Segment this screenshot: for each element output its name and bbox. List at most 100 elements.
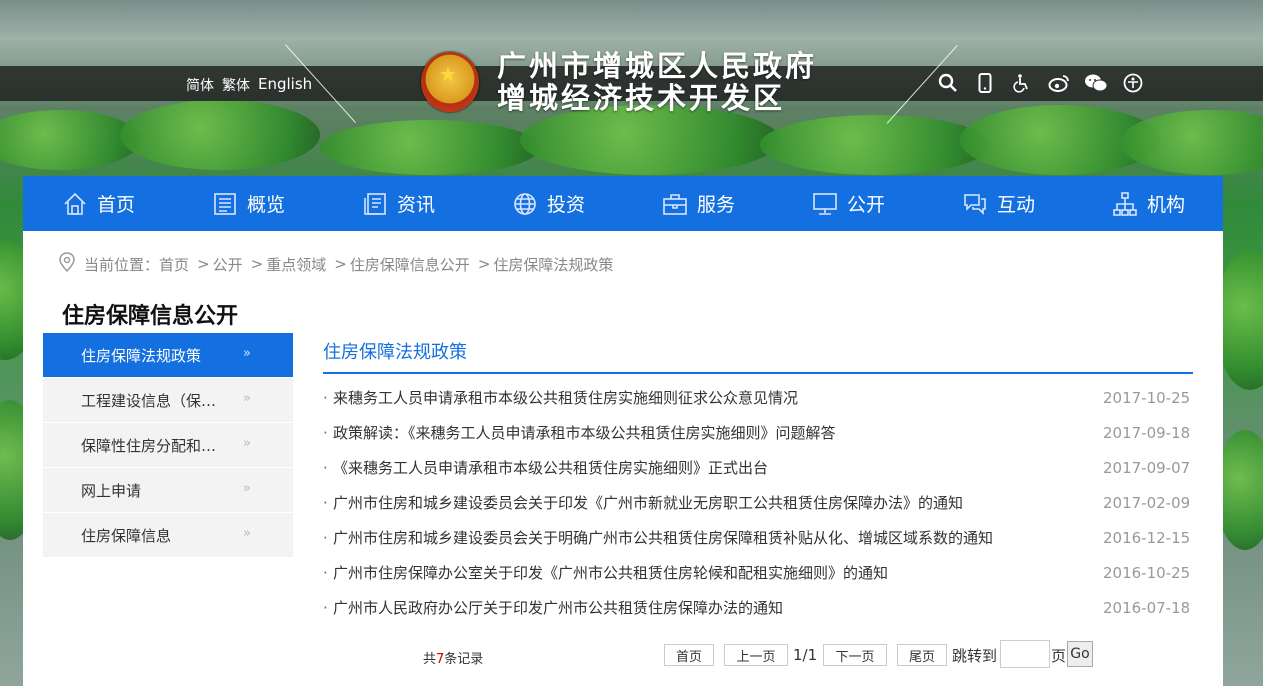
article-date: 2017-10-25 [1103,388,1191,407]
jump-page-input[interactable] [1000,640,1050,668]
article-date: 2017-09-18 [1103,423,1191,442]
sidebar-item-housing-info[interactable]: 住房保障信息 » [43,513,293,558]
nav-item-organization[interactable]: 机构 [1073,176,1223,231]
last-page-button[interactable]: 尾页 [897,644,947,666]
nav-item-investment[interactable]: 投资 [473,176,623,231]
nav-item-service[interactable]: 服务 [623,176,773,231]
double-chevron-right-icon: » [243,391,251,406]
article-row[interactable]: · 政策解读：《来穗务工人员申请承租市本级公共租赁住房实施细则》问题解答 201… [323,415,1193,450]
double-chevron-right-icon: » [243,481,251,496]
total-records: 共7条记录 [423,648,483,667]
home-icon [61,190,89,218]
monitor-icon [811,190,839,218]
bullet-icon: · [323,528,328,547]
site-title-line2: 增城经济技术开发区 [497,81,786,115]
nav-item-home[interactable]: 首页 [23,176,173,231]
first-page-button[interactable]: 首页 [664,644,714,666]
section-divider [323,372,1193,374]
article-title[interactable]: 广州市人民政府办公厅关于印发广州市公共租赁住房保障办法的通知 [333,597,1033,618]
sidebar-item-allocation-info[interactable]: 保障性住房分配和退出信息 » [43,423,293,468]
lang-english-link[interactable]: English [258,75,312,95]
accessibility-icon[interactable] [1010,71,1034,95]
lotus-leaf [320,120,540,175]
nav-item-label: 互动 [996,194,1035,216]
sidebar-item-construction-info[interactable]: 工程建设信息（保障性住房） » [43,378,293,423]
sidebar-title: 住房保障信息公开 [62,304,239,329]
article-row[interactable]: · 广州市住房和城乡建设委员会关于印发《广州市新就业无房职工公共租赁住房保障办法… [323,485,1193,520]
nav-item-label: 首页 [96,194,135,216]
lang-traditional-link[interactable]: 繁体 [222,75,250,95]
nav-item-label: 资讯 [396,194,435,216]
bullet-icon: · [323,598,328,617]
article-date: 2016-12-15 [1103,528,1191,547]
nav-item-label: 公开 [846,194,885,216]
article-row[interactable]: · 广州市住房保障办公室关于印发《广州市公共租赁住房轮候和配租实施细则》的通知 … [323,555,1193,590]
sidebar-item-label: 保障性住房分配和退出信息 [81,436,231,455]
nav-item-interaction[interactable]: 互动 [923,176,1073,231]
national-emblem-logo: ★ [421,52,479,112]
lotus-leaf [0,110,140,170]
nav-item-news[interactable]: 资讯 [323,176,473,231]
double-chevron-right-icon: » [243,436,251,451]
site-title-line1: 广州市增城区人民政府 [497,49,818,83]
nav-item-label: 概览 [246,194,285,216]
breadcrumb-current[interactable]: 住房保障法规政策 [493,254,613,275]
wechat-icon[interactable] [1084,71,1108,95]
breadcrumb-housing-info[interactable]: 住房保障信息公开 [350,254,470,275]
weibo-icon[interactable] [1047,71,1071,95]
site-title: 广州市增城区人民政府 增城经济技术开发区 [497,50,817,114]
breadcrumb-separator: > [197,255,210,273]
sidebar-item-label: 工程建设信息（保障性住房） [81,391,231,410]
mobile-icon[interactable] [973,71,997,95]
article-title[interactable]: 政策解读：《来穗务工人员申请承租市本级公共租赁住房实施细则》问题解答 [333,422,1033,443]
go-button[interactable]: Go [1067,641,1093,667]
sidebar-item-housing-policy[interactable]: 住房保障法规政策 » [43,333,293,378]
breadcrumb-key-areas[interactable]: 重点领域 [266,254,326,275]
breadcrumb-home[interactable]: 首页 [159,254,189,275]
main-nav: 首页 概览 资讯 投资 服务 公开 互动 机构 [23,176,1223,231]
sidebar-item-label: 网上申请 [81,481,142,500]
article-row[interactable]: · 《来穗务工人员申请承租市本级公共租赁住房实施细则》正式出台 2017-09-… [323,450,1193,485]
nav-item-label: 服务 [696,194,735,216]
bullet-icon: · [323,493,328,512]
breadcrumb-prefix: 当前位置： [84,255,160,274]
pagination: 共7条记录 首页 上一页 1/1 下一页 尾页 跳转到 页 Go [0,640,1263,670]
article-date: 2016-10-25 [1103,563,1191,582]
article-row[interactable]: · 广州市住房和城乡建设委员会关于明确广州市公共租赁住房保障租赁补贴从化、增城区… [323,520,1193,555]
bullet-icon: · [323,423,328,442]
overview-icon [211,190,239,218]
language-switcher: 简体 繁体 English [186,75,312,95]
nav-item-overview[interactable]: 概览 [173,176,323,231]
prev-page-button[interactable]: 上一页 [724,644,788,666]
lang-simplified-link[interactable]: 简体 [186,75,214,95]
jump-label: 跳转到 [952,647,998,665]
nav-item-label: 投资 [546,194,585,216]
article-row[interactable]: · 广州市人民政府办公厅关于印发广州市公共租赁住房保障办法的通知 2016-07… [323,590,1193,625]
breadcrumb-separator: > [334,255,347,273]
sidebar-item-label: 住房保障法规政策 [81,346,202,365]
briefcase-icon [661,190,689,218]
accessible-reading-icon[interactable] [1121,71,1145,95]
search-icon[interactable] [936,71,960,95]
breadcrumb-disclosure[interactable]: 公开 [213,254,243,275]
article-title[interactable]: 广州市住房保障办公室关于印发《广州市公共租赁住房轮候和配租实施细则》的通知 [333,562,1033,583]
bullet-icon: · [323,458,328,477]
article-date: 2017-02-09 [1103,493,1191,512]
breadcrumb-separator: > [250,255,264,273]
header-tools [936,71,1145,95]
location-pin-icon [58,252,76,276]
total-suffix: 条记录 [444,652,484,667]
next-page-button[interactable]: 下一页 [823,644,887,666]
news-icon [361,190,389,218]
article-title[interactable]: 广州市住房和城乡建设委员会关于印发《广州市新就业无房职工公共租赁住房保障办法》的… [333,492,1033,513]
org-chart-icon [1111,190,1139,218]
article-title[interactable]: 广州市住房和城乡建设委员会关于明确广州市公共租赁住房保障租赁补贴从化、增城区域系… [333,527,1033,548]
article-title[interactable]: 来穗务工人员申请承租市本级公共租赁住房实施细则征求公众意见情况 [333,387,1033,408]
article-row[interactable]: · 来穗务工人员申请承租市本级公共租赁住房实施细则征求公众意见情况 2017-1… [323,380,1193,415]
sidebar-item-online-application[interactable]: 网上申请 » [43,468,293,513]
article-title[interactable]: 《来穗务工人员申请承租市本级公共租赁住房实施细则》正式出台 [333,457,1033,478]
bullet-icon: · [323,388,328,407]
article-date: 2017-09-07 [1103,458,1191,477]
chat-icon [961,190,989,218]
nav-item-disclosure[interactable]: 公开 [773,176,923,231]
